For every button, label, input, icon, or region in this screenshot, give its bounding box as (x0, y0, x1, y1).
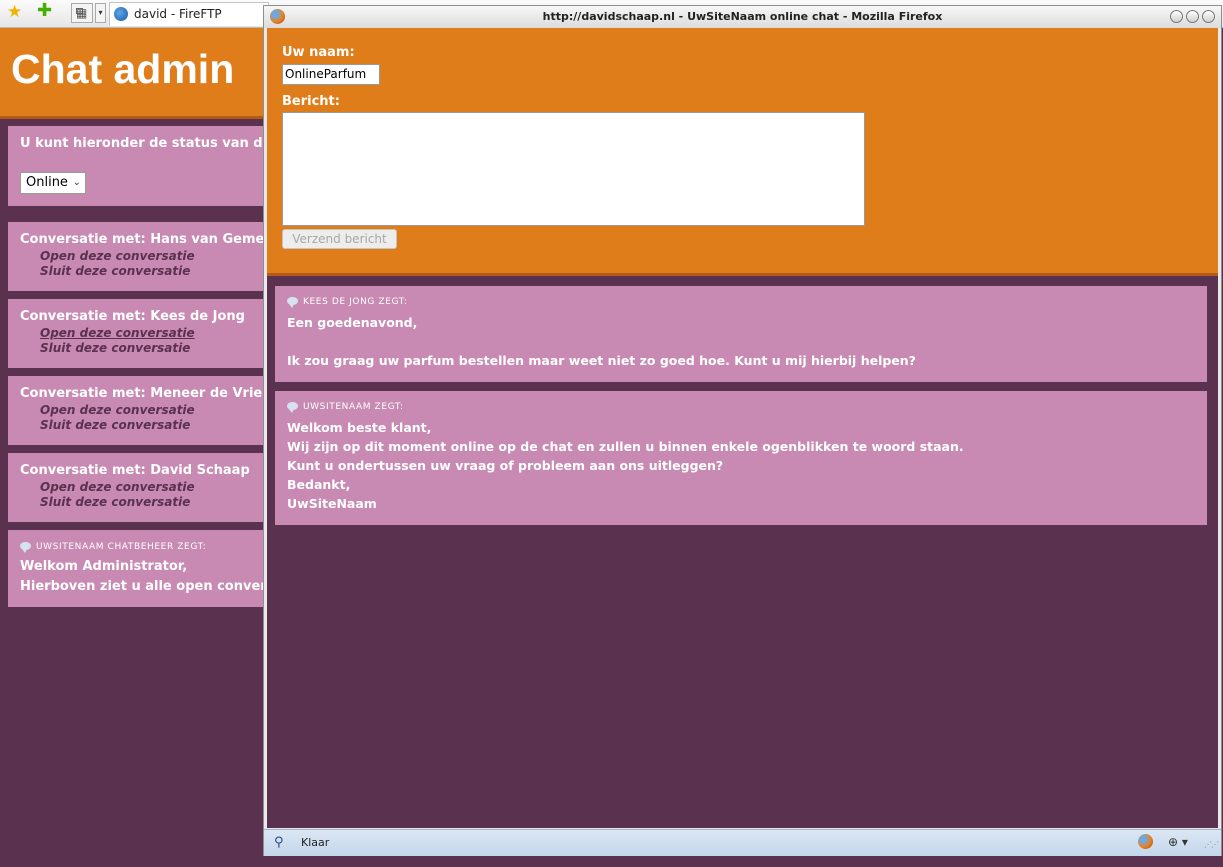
add-bookmark-icon[interactable]: ✚ (37, 2, 52, 20)
resize-grip-icon[interactable]: ⋰⋰ (1204, 840, 1219, 849)
conversation-item: Conversatie met: Meneer de Vries Open de… (8, 376, 265, 445)
status-select[interactable]: Online ⌄ (20, 172, 86, 194)
status-value: Online (26, 175, 68, 190)
conversation-item: Conversatie met: Kees de Jong Open deze … (8, 299, 265, 368)
speech-bubble-icon (287, 402, 298, 413)
chat-form: Uw naam: OnlineParfum Bericht: Verzend b… (267, 28, 1218, 276)
admin-header: Chat admin (0, 28, 265, 119)
bookmark-star-icon[interactable]: ★ (7, 3, 22, 21)
tab-label: david - FireFTP (134, 7, 222, 21)
window-titlebar[interactable]: http://davidschaap.nl - UwSiteNaam onlin… (264, 6, 1221, 28)
message-line: Welkom beste klant, (287, 420, 432, 435)
message-line: Ik zou graag uw parfum bestellen maar we… (287, 353, 916, 368)
maximize-icon[interactable] (1186, 10, 1199, 23)
close-conversation-link[interactable]: Sluit deze conversatie (40, 495, 190, 509)
speech-bubble-icon (287, 297, 298, 308)
conversation-title: Conversatie met: Hans van Gemert (20, 232, 265, 247)
chat-popup-window: http://davidschaap.nl - UwSiteNaam onlin… (263, 5, 1222, 856)
open-conversation-link[interactable]: Open deze conversatie (40, 249, 195, 263)
grid-icon: ▦ (76, 6, 88, 20)
message-line: Bedankt, (287, 477, 351, 492)
message-textarea[interactable] (282, 112, 865, 226)
page-title: Chat admin (11, 46, 235, 92)
chat-content: Uw naam: OnlineParfum Bericht: Verzend b… (267, 28, 1218, 828)
conversation-item: Conversatie met: David Schaap Open deze … (8, 453, 265, 522)
chat-message: KEES DE JONG ZEGT: Een goedenavond, Ik z… (275, 286, 1207, 382)
message-line: Kunt u ondertussen uw vraag of probleem … (287, 458, 724, 473)
close-conversation-link[interactable]: Sluit deze conversatie (40, 418, 190, 432)
search-icon[interactable]: ⚲ (274, 835, 284, 850)
tab-overview-button[interactable]: ▦ (71, 3, 93, 23)
open-conversation-link[interactable]: Open deze conversatie (40, 403, 195, 417)
message-line: Hierboven ziet u alle open conversatie (20, 579, 265, 594)
name-label: Uw naam: (282, 45, 355, 60)
chevron-down-icon: ⌄ (72, 177, 81, 188)
close-icon[interactable] (1202, 10, 1215, 23)
status-box: U kunt hieronder de status van de chat O… (8, 126, 265, 206)
speech-bubble-icon (20, 542, 31, 553)
tab-list-dropdown-icon[interactable]: ▾ (95, 3, 106, 23)
window-title: http://davidschaap.nl - UwSiteNaam onlin… (542, 10, 943, 23)
message-sender: UWSITENAAM CHATBEHEER ZEGT: (20, 542, 206, 553)
conversation-title: Conversatie met: Meneer de Vries (20, 386, 265, 401)
conversation-item: Conversatie met: Hans van Gemert Open de… (8, 222, 265, 291)
message-line: Wij zijn op dit moment online op de chat… (287, 439, 964, 454)
firefox-icon[interactable] (1138, 834, 1153, 849)
minimize-icon[interactable] (1170, 10, 1183, 23)
admin-message: UWSITENAAM CHATBEHEER ZEGT: Welkom Admin… (8, 530, 265, 607)
globe-icon (114, 7, 128, 21)
tab-fireftp[interactable]: david - FireFTP (109, 2, 269, 26)
open-conversation-link[interactable]: Open deze conversatie (40, 480, 195, 494)
status-bar: ⚲ Klaar ⊕ ▾ ⋰⋰ (264, 829, 1221, 856)
message-line: Een goedenavond, (287, 315, 418, 330)
status-description: U kunt hieronder de status van de chat (20, 136, 265, 151)
open-conversation-link[interactable]: Open deze conversatie (40, 326, 195, 340)
zoom-icon[interactable]: ⊕ ▾ (1168, 835, 1188, 849)
conversation-title: Conversatie met: Kees de Jong (20, 309, 245, 324)
message-sender: KEES DE JONG ZEGT: (287, 297, 407, 308)
close-conversation-link[interactable]: Sluit deze conversatie (40, 264, 190, 278)
conversation-title: Conversatie met: David Schaap (20, 463, 250, 478)
message-line: UwSiteNaam (287, 496, 377, 511)
status-text: Klaar (301, 836, 330, 849)
chat-message: UWSITENAAM ZEGT: Welkom beste klant, Wij… (275, 391, 1207, 525)
name-input[interactable]: OnlineParfum (282, 64, 380, 85)
message-sender: UWSITENAAM ZEGT: (287, 402, 404, 413)
message-label: Bericht: (282, 94, 340, 109)
close-conversation-link[interactable]: Sluit deze conversatie (40, 341, 190, 355)
message-line: Welkom Administrator, (20, 559, 188, 574)
send-button[interactable]: Verzend bericht (282, 229, 397, 249)
